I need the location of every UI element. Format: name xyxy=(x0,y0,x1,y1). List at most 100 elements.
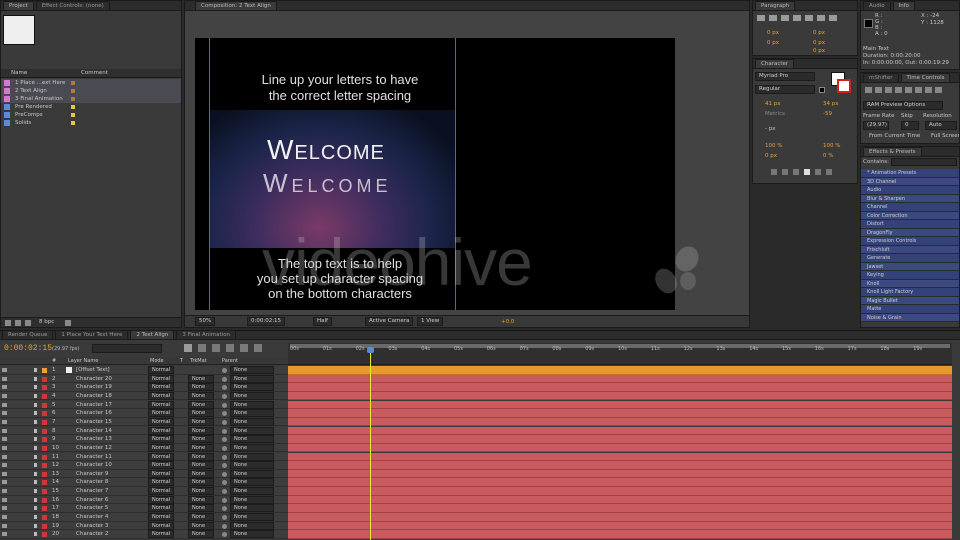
trkmat-dropdown[interactable]: None xyxy=(188,443,214,452)
expand-triangle-icon[interactable] xyxy=(34,471,37,476)
label-color-icon[interactable] xyxy=(71,121,75,125)
expand-triangle-icon[interactable] xyxy=(34,506,37,511)
col-parent[interactable]: Parent xyxy=(222,357,238,365)
parent-pickwhip-icon[interactable] xyxy=(222,515,227,521)
label-color-icon[interactable] xyxy=(42,454,47,460)
parent-pickwhip-icon[interactable] xyxy=(222,376,227,382)
faux-italic-icon[interactable] xyxy=(782,169,788,175)
layer-row[interactable]: 11 Character 11 Normal None None xyxy=(0,452,288,462)
layer-duration-bar[interactable] xyxy=(288,530,952,539)
label-color-icon[interactable] xyxy=(42,471,47,477)
trash-icon[interactable] xyxy=(65,320,71,326)
parent-pickwhip-icon[interactable] xyxy=(222,454,227,460)
layer-duration-bar[interactable] xyxy=(288,366,952,375)
expand-triangle-icon[interactable] xyxy=(34,376,37,381)
mode-dropdown[interactable]: Normal xyxy=(148,461,174,470)
layer-name[interactable]: Character 9 xyxy=(76,470,108,479)
layer-duration-bar[interactable] xyxy=(288,504,952,513)
label-color-icon[interactable] xyxy=(42,480,47,486)
expand-triangle-icon[interactable] xyxy=(34,523,37,528)
effect-category[interactable]: Expression Controls xyxy=(861,237,959,246)
font-dropdown[interactable]: Myriad Pro xyxy=(755,72,815,81)
effect-category[interactable]: Jawset xyxy=(861,262,959,271)
resolution-dropdown[interactable]: Half xyxy=(313,317,332,326)
layer-row[interactable]: 19 Character 3 Normal None None xyxy=(0,521,288,531)
effect-category[interactable]: Blur & Sharpen xyxy=(861,194,959,203)
parent-dropdown[interactable]: None xyxy=(230,452,274,461)
justify-left-icon[interactable] xyxy=(793,15,801,21)
col-trkmat[interactable]: TrkMat xyxy=(190,357,207,365)
label-color-icon[interactable] xyxy=(42,393,47,399)
tab-paragraph[interactable]: Paragraph xyxy=(755,1,796,10)
visibility-eye-icon[interactable] xyxy=(2,463,7,468)
stroke-color-swatch[interactable] xyxy=(837,79,851,93)
superscript-icon[interactable] xyxy=(815,169,821,175)
parent-dropdown[interactable]: None xyxy=(230,461,274,470)
mode-dropdown[interactable]: Normal xyxy=(148,495,174,504)
layer-name[interactable]: Character 11 xyxy=(76,453,112,462)
indent-first[interactable]: 0 px xyxy=(767,39,797,47)
folder-icon[interactable] xyxy=(15,320,21,326)
style-dropdown[interactable]: Regular xyxy=(755,85,815,94)
shy-icon[interactable] xyxy=(212,344,220,352)
expand-triangle-icon[interactable] xyxy=(34,368,37,372)
parent-dropdown[interactable]: None xyxy=(230,374,274,383)
label-color-icon[interactable] xyxy=(42,489,47,495)
tab-mshifter[interactable]: mShifter xyxy=(863,73,899,82)
expand-triangle-icon[interactable] xyxy=(34,515,37,520)
layer-row[interactable]: 3 Character 19 Normal None None xyxy=(0,383,288,392)
effect-category[interactable]: Frischluft xyxy=(861,245,959,254)
layer-name[interactable]: Character 16 xyxy=(76,409,112,418)
effect-category[interactable]: Keying xyxy=(861,271,959,280)
trkmat-dropdown[interactable]: None xyxy=(188,469,214,478)
label-color-icon[interactable] xyxy=(42,532,47,538)
effect-category[interactable]: Knoll Light Factory xyxy=(861,288,959,297)
tab-composition[interactable]: Composition: 2 Text Align xyxy=(195,1,277,10)
layer-duration-bar[interactable] xyxy=(288,435,952,444)
visibility-eye-icon[interactable] xyxy=(2,445,7,450)
mode-dropdown[interactable]: Normal xyxy=(148,469,174,478)
trkmat-dropdown[interactable]: None xyxy=(188,487,214,496)
layer-name[interactable]: Character 14 xyxy=(76,427,112,436)
label-color-icon[interactable] xyxy=(42,515,47,521)
align-center-icon[interactable] xyxy=(769,15,777,21)
parent-dropdown[interactable]: None xyxy=(230,400,274,409)
layer-duration-bar[interactable] xyxy=(288,452,952,461)
tab-render-queue[interactable]: Render Queue xyxy=(2,330,54,339)
expand-triangle-icon[interactable] xyxy=(34,454,37,459)
project-item[interactable]: 2 Text Align xyxy=(1,87,181,95)
expand-triangle-icon[interactable] xyxy=(34,480,37,485)
effect-category[interactable]: Knoll xyxy=(861,279,959,288)
layer-name[interactable]: Character 15 xyxy=(76,418,112,427)
parent-dropdown[interactable]: None xyxy=(230,504,274,513)
parent-dropdown[interactable]: None xyxy=(230,530,274,539)
parent-pickwhip-icon[interactable] xyxy=(222,506,227,512)
layer-name[interactable]: Character 10 xyxy=(76,461,112,470)
layer-name[interactable]: Character 5 xyxy=(76,504,108,513)
trkmat-dropdown[interactable]: None xyxy=(188,495,214,504)
space-after[interactable]: 0 px xyxy=(813,47,843,55)
font-size[interactable]: 41 px xyxy=(765,100,795,108)
layer-name[interactable]: [Offset Text] xyxy=(76,366,110,375)
baseline-shift[interactable]: 0 px xyxy=(765,152,795,160)
layer-name[interactable]: Character 3 xyxy=(76,522,108,531)
parent-dropdown[interactable]: None xyxy=(230,478,274,487)
layer-row[interactable]: 13 Character 9 Normal None None xyxy=(0,469,288,479)
indent-right[interactable]: 0 px xyxy=(813,29,843,37)
layer-duration-bar[interactable] xyxy=(288,417,952,427)
label-color-icon[interactable] xyxy=(42,385,47,391)
trkmat-dropdown[interactable]: None xyxy=(188,435,214,444)
tab-project[interactable]: Project xyxy=(3,1,34,10)
trkmat-dropdown[interactable]: None xyxy=(188,374,214,383)
label-color-icon[interactable] xyxy=(42,437,47,443)
mode-dropdown[interactable]: Normal xyxy=(148,417,174,426)
visibility-eye-icon[interactable] xyxy=(2,480,7,485)
justify-center-icon[interactable] xyxy=(805,15,813,21)
layer-name[interactable]: Character 20 xyxy=(76,375,112,384)
trkmat-dropdown[interactable]: None xyxy=(188,478,214,487)
comp-viewer[interactable]: Line up your letters to have the correct… xyxy=(195,38,675,310)
layer-row[interactable]: 16 Character 6 Normal None None xyxy=(0,495,288,505)
layer-row[interactable]: 9 Character 13 Normal None None xyxy=(0,435,288,444)
parent-pickwhip-icon[interactable] xyxy=(222,402,227,408)
parent-dropdown[interactable]: None xyxy=(230,435,274,444)
